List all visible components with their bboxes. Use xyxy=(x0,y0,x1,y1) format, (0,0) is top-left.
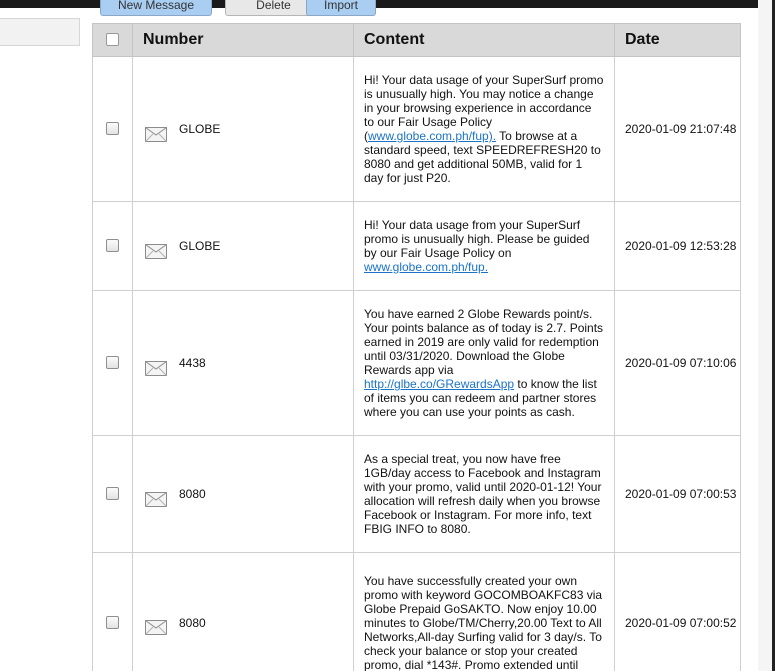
left-panel-field[interactable] xyxy=(0,18,80,46)
table-row[interactable]: GLOBE Hi! Your data usage of your SuperSu… xyxy=(92,56,741,202)
number-column-header[interactable]: Number xyxy=(132,23,354,57)
row-checkbox[interactable] xyxy=(106,615,119,629)
row-select-cell xyxy=(92,290,133,436)
date-cell: 2020-01-09 07:00:53 xyxy=(614,435,741,553)
date-cell: 2020-01-09 07:10:06 xyxy=(614,290,741,436)
select-all-checkbox[interactable] xyxy=(106,33,119,47)
row-checkbox[interactable] xyxy=(106,122,119,136)
envelope-icon xyxy=(145,491,167,507)
message-link[interactable]: www.globe.com.ph/fup. xyxy=(364,260,488,274)
message-text: You have earned 2 Globe Rewards point/s.… xyxy=(364,307,604,377)
select-all-cell xyxy=(92,23,133,57)
row-select-cell xyxy=(92,435,133,553)
message-content-cell: As a special treat, you now have free 1G… xyxy=(353,435,615,553)
content-column-header[interactable]: Content xyxy=(353,23,615,57)
envelope-icon xyxy=(145,360,167,376)
message-content-cell: You have earned 2 Globe Rewards point/s.… xyxy=(353,290,615,436)
message-content-cell: Hi! Your data usage of your SuperSurf pr… xyxy=(353,56,615,202)
number-cell: 4438 xyxy=(132,290,354,436)
envelope-icon xyxy=(145,243,167,259)
row-select-cell xyxy=(92,201,133,291)
message-link[interactable]: http://glbe.co/GRewardsApp xyxy=(364,377,514,391)
sender-number: 4438 xyxy=(179,356,206,370)
date-cell: 2020-01-09 21:07:48 xyxy=(614,56,741,202)
message-toolbar: New Message Delete Import xyxy=(100,0,400,17)
row-checkbox[interactable] xyxy=(106,487,119,501)
envelope-icon xyxy=(145,620,167,635)
row-checkbox[interactable] xyxy=(106,239,119,253)
number-cell: 8080 xyxy=(132,435,354,553)
sender-number: 8080 xyxy=(179,615,206,630)
table-header-row: Number Content Date xyxy=(92,23,741,57)
table-row[interactable]: 8080 As a special treat, you now have fre… xyxy=(92,435,741,553)
row-select-cell xyxy=(92,56,133,202)
message-text: As a special treat, you now have free 1G… xyxy=(364,452,602,536)
envelope-icon xyxy=(145,126,167,142)
sms-inbox-table: Number Content Date GLOBE Hi! Your data u… xyxy=(92,23,741,671)
sender-number: 8080 xyxy=(179,487,206,501)
row-select-cell xyxy=(92,552,133,671)
row-checkbox[interactable] xyxy=(106,356,119,370)
number-cell: GLOBE xyxy=(132,56,354,202)
sender-number: GLOBE xyxy=(179,239,221,253)
number-cell: 8080 xyxy=(132,552,354,671)
sender-number: GLOBE xyxy=(179,122,221,136)
message-text: You have successfully created your own p… xyxy=(364,573,603,671)
table-row[interactable]: 4438 You have earned 2 Globe Rewards poin… xyxy=(92,290,741,436)
message-content-cell: Hi! Your data usage from your SuperSurf … xyxy=(353,201,615,291)
date-cell: 2020-01-09 07:00:52 xyxy=(614,552,741,671)
table-row[interactable]: GLOBE Hi! Your data usage from your Super… xyxy=(92,201,741,291)
message-content-cell: You have successfully created your own p… xyxy=(353,552,615,671)
new-message-button[interactable]: New Message xyxy=(100,0,212,16)
message-text: Hi! Your data usage from your SuperSurf … xyxy=(364,218,590,260)
number-cell: GLOBE xyxy=(132,201,354,291)
message-link[interactable]: www.globe.com.ph/fup). xyxy=(368,129,496,143)
date-column-header[interactable]: Date xyxy=(614,23,741,57)
table-row[interactable]: 8080 You have successfully created your o… xyxy=(92,552,741,671)
date-cell: 2020-01-09 12:53:28 xyxy=(614,201,741,291)
import-button[interactable]: Import xyxy=(306,0,376,16)
